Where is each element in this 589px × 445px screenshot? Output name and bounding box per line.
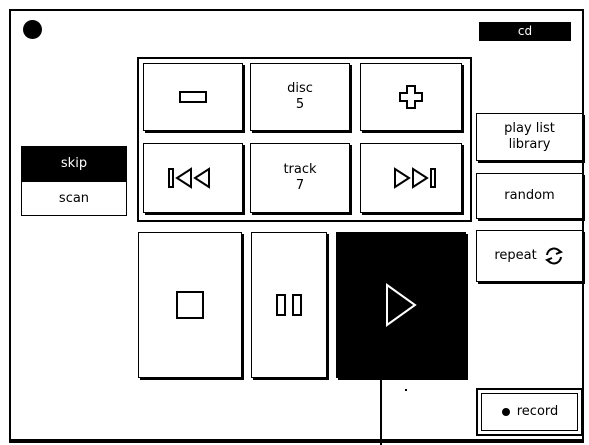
record-button-inner: record [481, 393, 578, 431]
repeat-label: repeat [494, 248, 537, 263]
window-bottom-edge [9, 441, 584, 443]
disc-number: 5 [295, 97, 305, 112]
random-button[interactable]: random [476, 173, 583, 219]
play-button[interactable] [336, 232, 466, 378]
track-display: track 7 [250, 143, 350, 213]
pause-icon [276, 294, 302, 316]
track-number: 7 [295, 178, 305, 193]
callout-pointer-line [380, 358, 382, 445]
record-dot-icon [501, 408, 510, 416]
disc-display: disc 5 [250, 63, 350, 131]
disc-up-button[interactable] [360, 63, 462, 131]
scan-mode-option[interactable]: scan [21, 181, 127, 216]
random-label: random [504, 188, 555, 203]
repeat-button[interactable]: repeat [476, 230, 583, 282]
play-icon [386, 283, 417, 327]
repeat-arrows-icon [544, 247, 563, 265]
stray-pixel [405, 389, 407, 391]
record-label: record [516, 404, 559, 419]
previous-track-button[interactable] [143, 143, 243, 213]
pause-button[interactable] [251, 232, 327, 378]
skip-mode-option[interactable]: skip [21, 146, 127, 181]
plus-icon [399, 85, 423, 109]
power-indicator-icon[interactable] [23, 20, 42, 39]
record-button[interactable]: record [476, 388, 583, 436]
library-label: library [508, 137, 551, 152]
playlist-library-button[interactable]: play list library [476, 113, 583, 161]
playlist-label: play list [504, 121, 555, 136]
stop-button[interactable] [138, 232, 242, 378]
next-track-button[interactable] [360, 143, 462, 213]
next-track-icon [394, 167, 436, 189]
track-caption: track [283, 162, 317, 177]
stop-icon [176, 291, 204, 319]
minus-icon [179, 91, 207, 103]
mode-tab[interactable]: cd [479, 22, 571, 41]
disc-caption: disc [287, 81, 313, 96]
previous-track-icon [168, 167, 210, 189]
disc-down-button[interactable] [143, 63, 243, 131]
